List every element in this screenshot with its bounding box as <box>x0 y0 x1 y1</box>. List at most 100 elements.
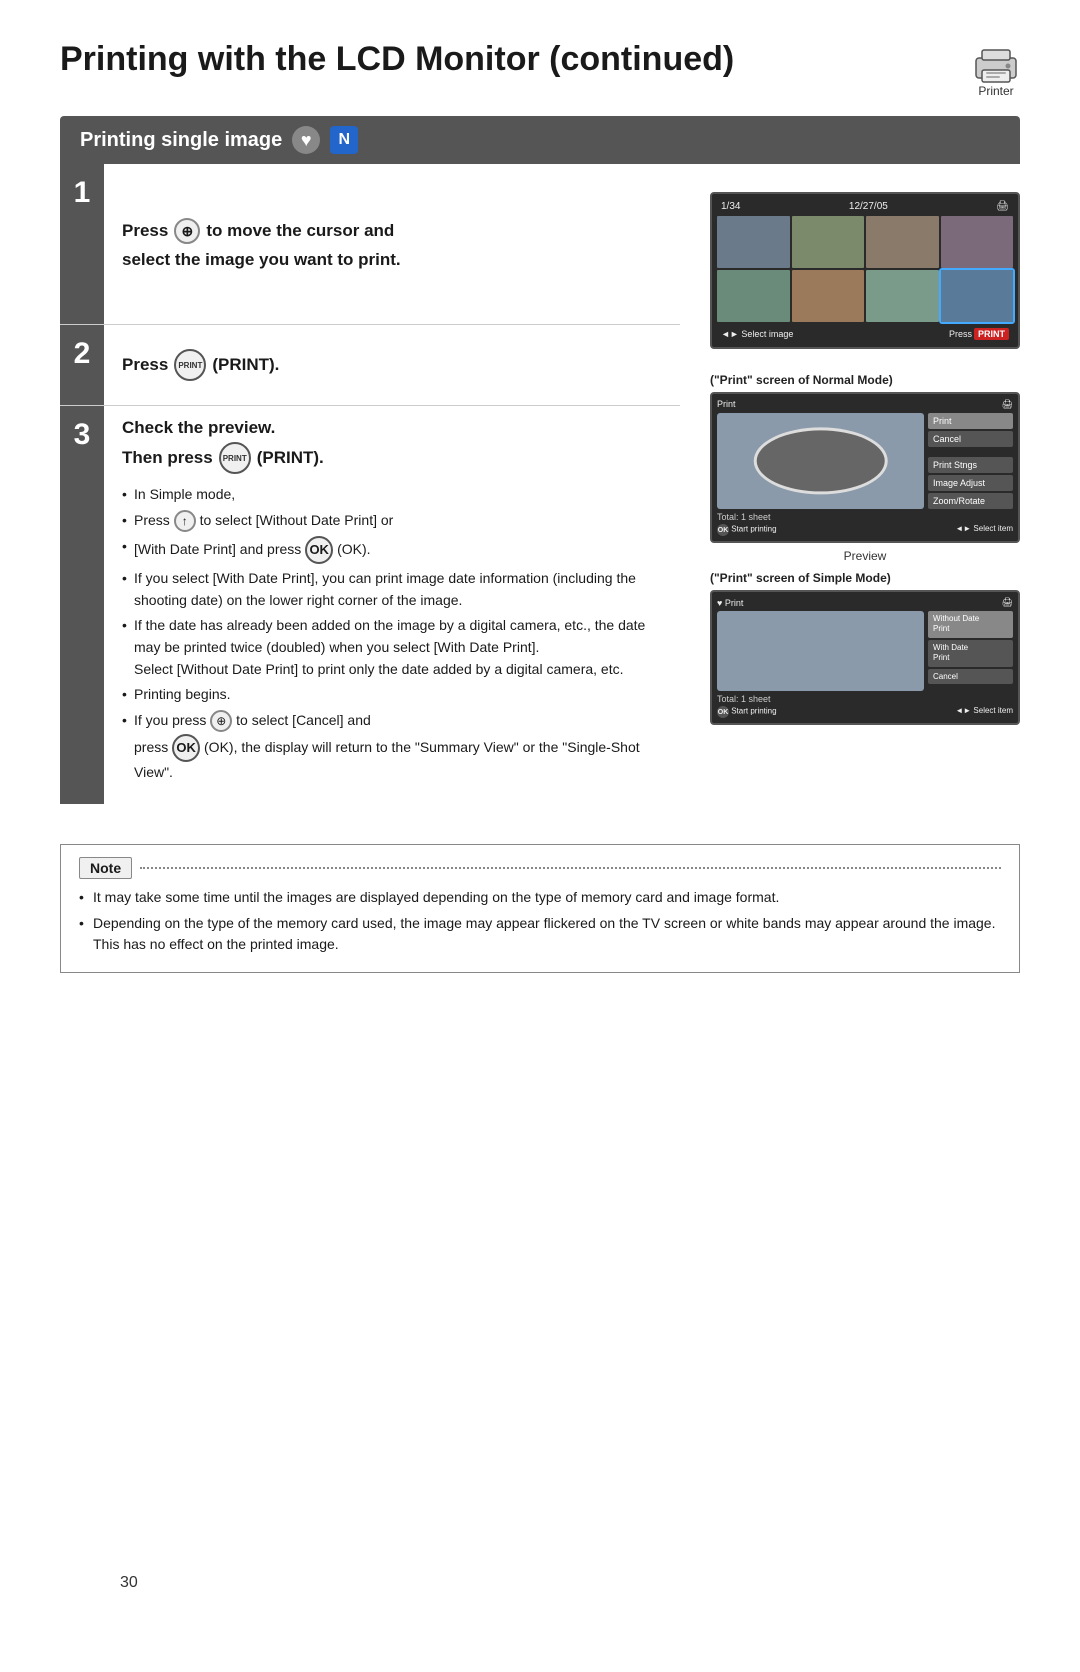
nav-arrow-icon: ⊕ <box>210 710 232 732</box>
normal-top-bar: Print 🖨 <box>717 399 1013 410</box>
simple-top-bar: ♥ Print 🖨 <box>717 597 1013 608</box>
ok-small: OK <box>717 524 729 536</box>
step-1-press: Press <box>122 221 168 241</box>
menu-image-adjust: Image Adjust <box>928 475 1013 491</box>
normal-menu: Print Cancel Print Stngs Image Adjust Zo… <box>928 413 1013 509</box>
screen1-count: 1/34 <box>721 201 740 212</box>
simple-menu: Without DatePrint With DatePrint Cancel <box>928 611 1013 691</box>
simple-screen-label: ("Print" screen of Simple Mode) <box>710 571 1020 585</box>
step-1-number: 1 <box>74 164 91 210</box>
menu-zoom: Zoom/Rotate <box>928 493 1013 509</box>
print-badge: PRINT <box>974 328 1009 340</box>
simple-printer-icon: 🖨 <box>1002 597 1013 608</box>
thumb-3 <box>866 216 939 268</box>
menu-spacer <box>928 449 1013 455</box>
step-3-header2: Then press PRINT (PRINT). <box>122 442 662 474</box>
bullet-1: In Simple mode, <box>122 484 662 506</box>
ok-button-2-icon: OK <box>172 734 200 762</box>
preview-circle <box>753 427 888 494</box>
simple-cancel: Cancel <box>928 669 1013 684</box>
step-1-line3: select the image you want to print. <box>122 250 401 269</box>
normal-total: Total: 1 sheet <box>717 512 1013 522</box>
bullet-7: If you press ⊕ to select [Cancel] and pr… <box>122 710 662 784</box>
normal-bottom-bar: OK Start printing ◄► Select item <box>717 524 1013 536</box>
step-3-header1: Check the preview. <box>122 418 662 438</box>
page-title: Printing with the LCD Monitor (continued… <box>60 40 734 79</box>
menu-cancel: Cancel <box>928 431 1013 447</box>
right-column: 1/34 12/27/05 🖨 <box>680 164 1020 725</box>
ok-button-icon: OK <box>305 536 333 564</box>
nav-button-icon: ⊕ <box>174 218 200 244</box>
step-3-bullets: In Simple mode, Press ↑ to select [Witho… <box>122 484 662 784</box>
simple-screen: ♥ Print 🖨 Without DatePrint With DatePri… <box>710 590 1020 725</box>
simple-with-date: With DatePrint <box>928 640 1013 667</box>
simple-total: Total: 1 sheet <box>717 694 1013 704</box>
screen1-printer-icon: 🖨 <box>996 201 1009 212</box>
screen1-mockup: 1/34 12/27/05 🖨 <box>710 192 1020 349</box>
bullet-6: Printing begins. <box>122 684 662 706</box>
title-text: Printing with the LCD Monitor (continued… <box>60 40 734 79</box>
simple-bottom-bar: OK Start printing ◄► Select item <box>717 706 1013 718</box>
screen1-topbar: 1/34 12/27/05 🖨 <box>717 199 1013 216</box>
note-bullets: It may take some time until the images a… <box>79 887 1001 956</box>
note-dots <box>140 867 1001 869</box>
thumb-8 <box>941 270 1014 322</box>
print-button-icon: PRINT <box>174 349 206 381</box>
printer-label: Printer <box>978 84 1013 98</box>
thumb-5 <box>717 270 790 322</box>
step-3-row: 3 Check the preview. Then press PRINT (P… <box>60 406 680 804</box>
screen1-print: Press PRINT <box>949 328 1009 340</box>
section-header: Printing single image ♥ N <box>60 116 1020 164</box>
step-2-number: 2 <box>74 325 91 371</box>
up-arrow-icon: ↑ <box>174 510 196 532</box>
normal-screen-body: Print Cancel Print Stngs Image Adjust Zo… <box>717 413 1013 509</box>
bullet-2: Press ↑ to select [Without Date Print] o… <box>122 510 662 532</box>
bullet-4: If you select [With Date Print], you can… <box>122 568 662 611</box>
ok-small-2: OK <box>717 706 729 718</box>
screen1-select: ◄► Select image <box>721 329 793 339</box>
n-icon: N <box>330 126 358 154</box>
steps-column: 1 Press ⊕ to move the cursor and select … <box>60 164 680 804</box>
printer-icon-wrap: Printer <box>972 44 1020 98</box>
note-bullet-2: Depending on the type of the memory card… <box>79 913 1001 956</box>
thumb-2 <box>792 216 865 268</box>
step-3-body: Check the preview. Then press PRINT (PRI… <box>104 406 680 804</box>
thumb-7 <box>866 270 939 322</box>
simple-mode-wrap: ("Print" screen of Simple Mode) ♥ Print … <box>710 571 1020 725</box>
bullet-3: [With Date Print] and press OK (OK). <box>122 536 662 564</box>
screen1-bottombar: ◄► Select image Press PRINT <box>717 326 1013 342</box>
normal-ok-start: OK Start printing <box>717 524 777 536</box>
step-1-line2: to move the cursor and <box>206 221 394 241</box>
step-2-press: Press <box>122 355 168 375</box>
simple-heart-print: ♥ Print <box>717 598 743 608</box>
simple-without-date: Without DatePrint <box>928 611 1013 638</box>
simple-ok-start: OK Start printing <box>717 706 777 718</box>
screen1-grid <box>717 216 1013 322</box>
step-2-print: (PRINT). <box>212 355 279 375</box>
normal-mode-wrap: ("Print" screen of Normal Mode) Print 🖨 … <box>710 373 1020 543</box>
step-3-number: 3 <box>74 406 91 452</box>
simple-preview <box>717 611 924 691</box>
step-2-body: Press PRINT (PRINT). <box>104 325 680 405</box>
print-button-2-icon: PRINT <box>219 442 251 474</box>
note-header: Note <box>79 857 1001 879</box>
normal-screen-label: ("Print" screen of Normal Mode) <box>710 373 1020 387</box>
step-1-row: 1 Press ⊕ to move the cursor and select … <box>60 164 680 325</box>
step-3-bar: 3 <box>60 406 104 804</box>
thumb-6 <box>792 270 865 322</box>
section-header-text: Printing single image <box>80 129 282 152</box>
simple-screen-body: Without DatePrint With DatePrint Cancel <box>717 611 1013 691</box>
normal-printer-icon: 🖨 <box>1002 399 1013 410</box>
menu-print: Print <box>928 413 1013 429</box>
thumb-1 <box>717 216 790 268</box>
note-section: Note It may take some time until the ima… <box>60 844 1020 973</box>
normal-preview <box>717 413 924 509</box>
preview-label: Preview <box>710 549 1020 563</box>
step-1-body: Press ⊕ to move the cursor and select th… <box>104 164 680 324</box>
menu-print-stngs: Print Stngs <box>928 457 1013 473</box>
normal-top-left: Print <box>717 399 736 410</box>
screen1-date: 12/27/05 <box>849 201 888 212</box>
note-badge: Note <box>79 857 132 879</box>
screen1: 1/34 12/27/05 🖨 <box>710 192 1020 349</box>
step-1-text: Press ⊕ to move the cursor and select th… <box>122 218 401 270</box>
